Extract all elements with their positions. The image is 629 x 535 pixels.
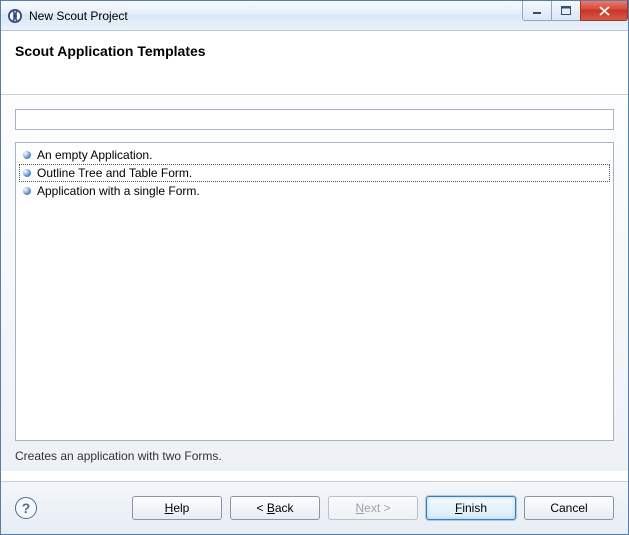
close-button[interactable] — [580, 1, 628, 21]
list-item-label: An empty Application. — [37, 148, 152, 162]
bullet-icon — [23, 151, 31, 159]
finish-button[interactable]: Finish — [426, 496, 516, 520]
title-bar[interactable]: New Scout Project — [1, 1, 628, 31]
context-help-icon[interactable]: ? — [15, 497, 37, 519]
window-title: New Scout Project — [29, 9, 128, 23]
back-button[interactable]: < Back — [230, 496, 320, 520]
minimize-button[interactable] — [522, 1, 552, 21]
dialog-window: New Scout Project Scout Application Temp… — [0, 0, 629, 535]
app-icon — [7, 8, 23, 24]
maximize-icon — [561, 6, 571, 15]
wizard-body: An empty Application. Outline Tree and Ta… — [1, 95, 628, 471]
close-icon — [599, 6, 610, 16]
wizard-buttons: Help < Back Next > Finish Cancel — [132, 496, 614, 520]
list-item[interactable]: Application with a single Form. — [19, 182, 610, 200]
list-item-label: Outline Tree and Table Form. — [37, 166, 192, 180]
next-button: Next > — [328, 496, 418, 520]
bullet-icon — [23, 169, 31, 177]
template-description: Creates an application with two Forms. — [15, 449, 614, 463]
bullet-icon — [23, 187, 31, 195]
filter-input[interactable] — [15, 109, 614, 130]
list-item[interactable]: An empty Application. — [19, 146, 610, 164]
list-item-label: Application with a single Form. — [37, 184, 200, 198]
page-title: Scout Application Templates — [15, 43, 614, 59]
cancel-button[interactable]: Cancel — [524, 496, 614, 520]
minimize-icon — [532, 7, 542, 15]
template-list[interactable]: An empty Application. Outline Tree and Ta… — [15, 142, 614, 441]
help-button[interactable]: Help — [132, 496, 222, 520]
maximize-button[interactable] — [551, 1, 581, 21]
window-controls — [523, 1, 628, 21]
list-item[interactable]: Outline Tree and Table Form. — [19, 164, 610, 182]
wizard-header: Scout Application Templates — [1, 31, 628, 95]
button-bar: ? Help < Back Next > Finish Cancel — [1, 482, 628, 534]
